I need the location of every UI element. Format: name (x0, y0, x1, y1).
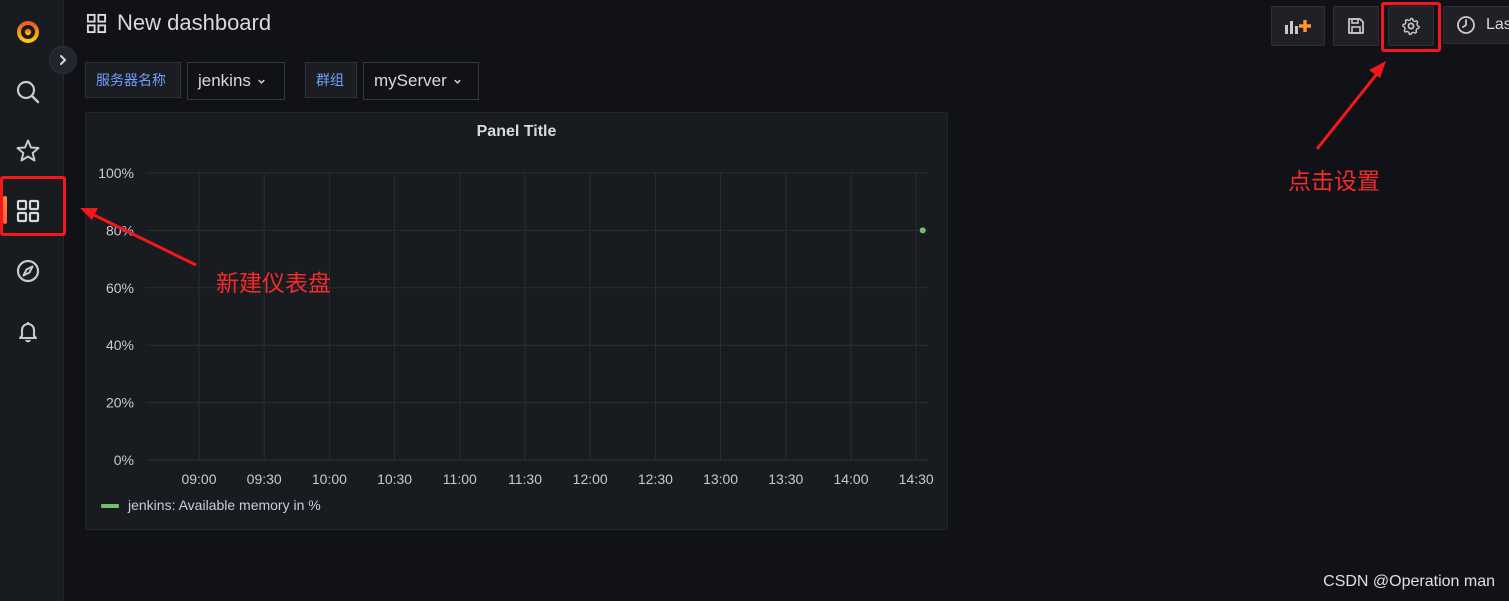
settings-hint-text: 点击设置 (1288, 168, 1380, 194)
sidebar (0, 0, 64, 601)
x-tick-label: 14:00 (833, 471, 868, 487)
x-tick-label: 12:30 (638, 471, 673, 487)
x-tick-label: 10:30 (377, 471, 412, 487)
grafana-logo-icon[interactable] (13, 16, 43, 46)
chevron-right-icon (60, 55, 67, 65)
legend-swatch (101, 504, 119, 508)
chevron-down-icon (454, 79, 461, 84)
dashboard-breadcrumb[interactable]: New dashboard (86, 10, 271, 36)
graph-panel[interactable]: Panel Title 0% 20% 40% 60% 80% 100% 09:00 09:30… (85, 112, 948, 530)
add-panel-icon (1285, 20, 1311, 34)
page-title[interactable]: New dashboard (117, 10, 271, 36)
star-icon[interactable] (13, 136, 43, 166)
y-tick-label: 80% (106, 222, 134, 238)
dashboard-grid-icon (86, 13, 107, 33)
x-tick-label: 13:00 (703, 471, 738, 487)
x-tick-label: 11:00 (443, 471, 477, 487)
x-tick-label: 10:00 (312, 471, 347, 487)
search-icon[interactable] (13, 77, 43, 107)
y-tick-label: 20% (106, 395, 134, 411)
save-dashboard-button[interactable] (1333, 6, 1379, 46)
time-series-chart: 0% 20% 40% 60% 80% 100% 09:00 09:30 10:00 10:30 11… (98, 165, 934, 513)
variable-value-server-name: jenkins (198, 71, 251, 90)
explore-icon[interactable] (13, 256, 43, 286)
y-tick-label: 40% (106, 337, 134, 353)
settings-arrow-line (1315, 69, 1382, 150)
chevron-down-icon (258, 79, 265, 84)
settings-highlight-box (1381, 2, 1441, 52)
x-tick-label: 12:00 (573, 471, 608, 487)
dashboards-highlight-box (0, 176, 66, 236)
clock-icon (1457, 16, 1475, 34)
variable-label-server-name: 服务器名称 (85, 62, 181, 98)
variable-label-group: 群组 (305, 62, 357, 98)
variable-select-group[interactable]: myServer (363, 62, 479, 100)
legend-label[interactable]: jenkins: Available memory in % (127, 497, 321, 513)
time-picker-button[interactable]: Las (1443, 6, 1509, 44)
dashboard-hint-text: 新建仪表盘 (216, 270, 331, 296)
x-tick-label: 11:30 (508, 471, 542, 487)
add-panel-button[interactable] (1271, 6, 1325, 46)
watermark: CSDN @Operation man (1323, 573, 1495, 590)
variable-select-server-name[interactable]: jenkins (187, 62, 285, 100)
x-tick-label: 09:00 (181, 471, 216, 487)
time-picker-label: Las (1486, 16, 1509, 33)
sidebar-expand-button[interactable] (49, 46, 77, 74)
save-icon (1348, 18, 1364, 34)
x-tick-label: 13:30 (768, 471, 803, 487)
series-point[interactable] (919, 227, 926, 234)
y-tick-label: 100% (98, 165, 134, 181)
x-tick-label: 09:30 (247, 471, 282, 487)
y-tick-label: 0% (114, 452, 134, 468)
settings-arrow-head (1369, 61, 1386, 78)
variable-value-group: myServer (374, 71, 447, 90)
y-tick-label: 60% (106, 280, 134, 296)
alerting-bell-icon[interactable] (13, 316, 43, 346)
x-tick-label: 14:30 (899, 471, 934, 487)
